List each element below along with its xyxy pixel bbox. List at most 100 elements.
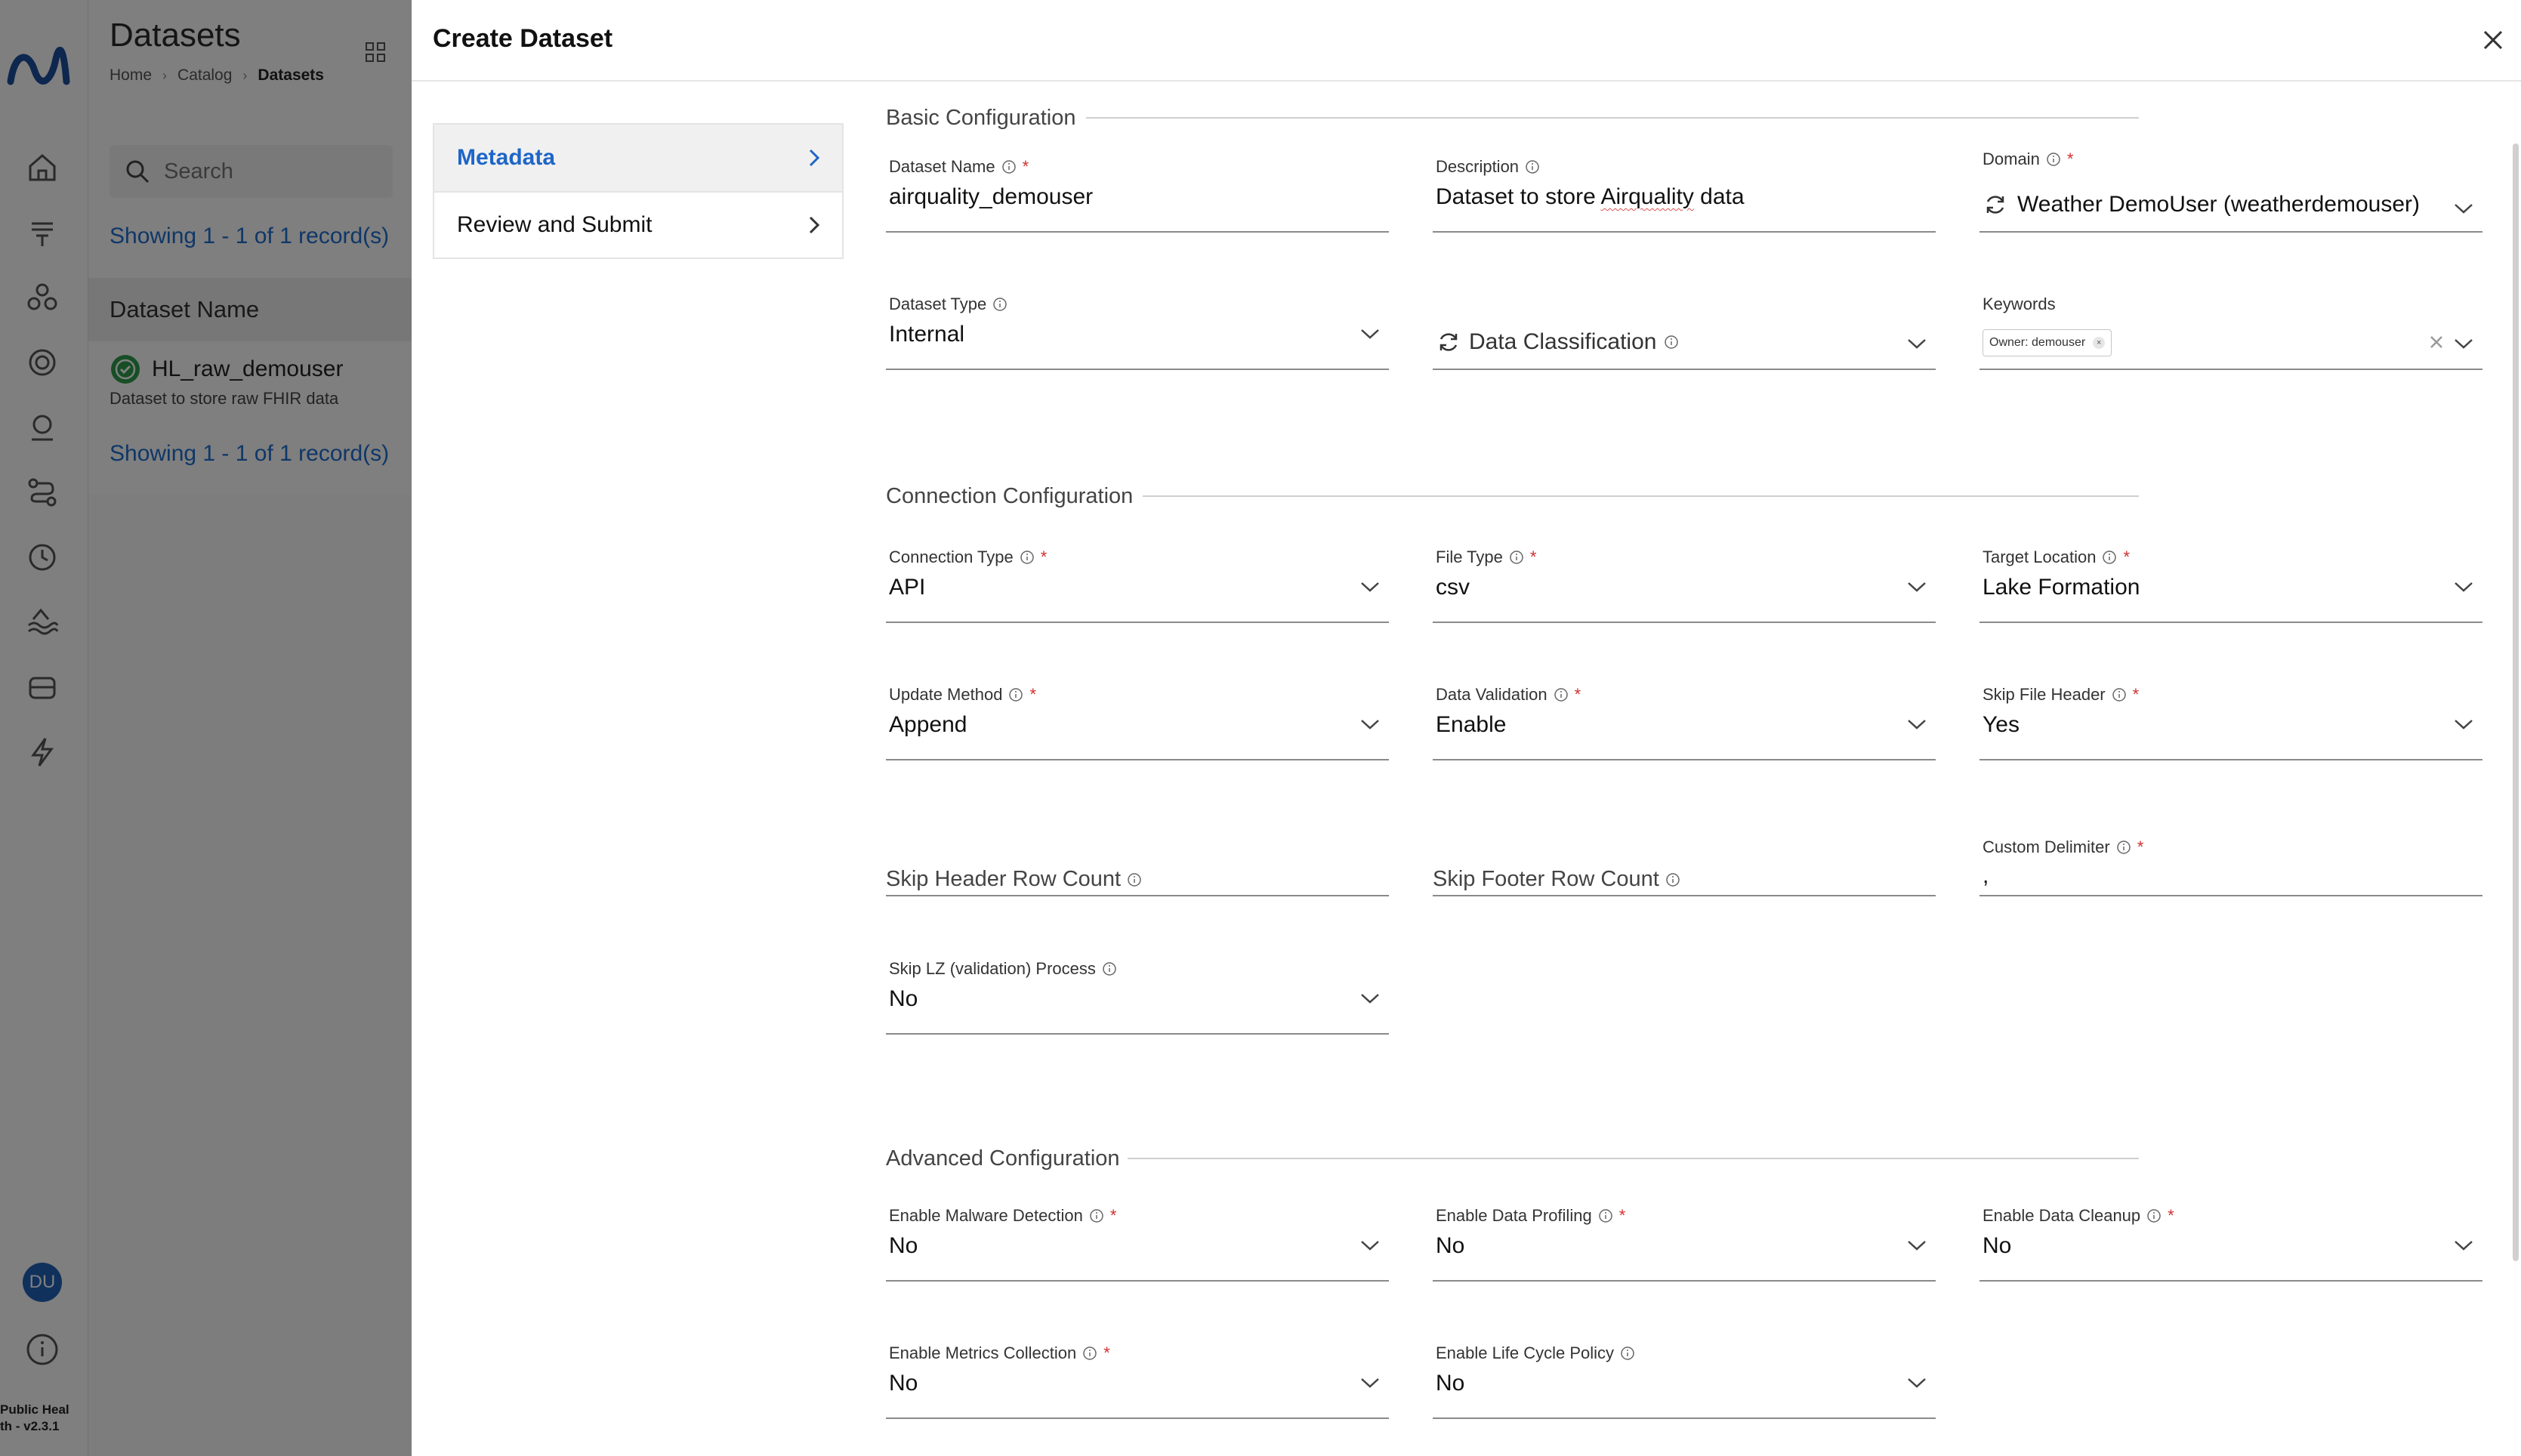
chevron-down-icon[interactable] [1359,717,1381,732]
section-divider [1128,1158,2139,1159]
chevron-down-icon[interactable] [2452,579,2475,594]
chevron-down-icon[interactable] [2452,201,2475,216]
domain-select[interactable]: Domain * Weather DemoUser (weatherdemouse… [1979,150,2482,233]
drawer-header: Create Dataset [412,0,2521,82]
keyword-chip[interactable]: Owner: demouser × [1983,329,2112,356]
dataset-name-field[interactable]: Dataset Name * airquality_demouser [886,157,1389,233]
chevron-down-icon[interactable] [1359,579,1381,594]
skip-file-header-select[interactable]: Skip File Header * Yes [1979,685,2482,760]
step-metadata[interactable]: Metadata [434,125,842,191]
info-icon [2047,153,2060,166]
required-marker: * [1029,685,1036,704]
field-label: Dataset Type [889,295,987,313]
target-location-value: Lake Formation [1983,575,2140,600]
field-label: Description [1436,157,1520,176]
data-validation-select[interactable]: Data Validation * Enable [1433,685,1936,760]
wizard-steps: Metadata Review and Submit [433,123,844,259]
modal-overlay[interactable] [0,0,412,1456]
chevron-down-icon[interactable] [2452,717,2475,732]
step-label: Review and Submit [457,212,653,237]
required-marker: * [1022,157,1029,176]
chevron-down-icon[interactable] [1359,991,1381,1006]
refresh-icon[interactable] [1983,192,2008,217]
chevron-right-icon [809,149,820,167]
clear-icon[interactable] [2428,334,2445,350]
section-title-advanced: Advanced Configuration [886,1146,1120,1171]
drawer-title: Create Dataset [433,24,613,53]
enable-data-profiling-value: No [1436,1233,1465,1258]
update-method-select[interactable]: Update Method * Append [886,685,1389,760]
enable-life-cycle-policy-select[interactable]: Enable Life Cycle Policy No [1433,1343,1936,1419]
info-icon [1090,1209,1103,1223]
info-icon [1665,335,1679,349]
step-review-submit[interactable]: Review and Submit [434,191,842,258]
field-label: Enable Malware Detection [889,1206,1083,1225]
enable-malware-detection-select[interactable]: Enable Malware Detection * No [886,1206,1389,1282]
keywords-select[interactable]: Keywords Owner: demouser × [1979,295,2482,370]
chevron-down-icon[interactable] [1905,1375,1928,1390]
chevron-down-icon[interactable] [1359,326,1381,341]
skip-footer-row-count-field[interactable]: Skip Footer Row Count [1433,821,1936,896]
custom-delimiter-input[interactable]: , [1983,863,1989,889]
field-label: Enable Data Cleanup [1983,1206,2141,1225]
field-label: Update Method [889,685,1003,704]
required-marker: * [1109,1206,1117,1225]
info-icon [2116,841,2131,854]
info-icon [1001,160,1016,174]
info-icon [1526,160,1539,174]
chevron-down-icon[interactable] [2452,336,2475,351]
chevron-down-icon[interactable] [1359,1238,1381,1253]
section-title-connection: Connection Configuration [886,484,1134,508]
info-icon [1510,551,1523,564]
create-dataset-drawer: Create Dataset Metadata Review and Submi… [412,0,2521,1456]
info-icon [1020,551,1034,564]
required-marker: * [1103,1343,1110,1362]
chevron-down-icon[interactable] [1905,579,1928,594]
chevron-down-icon[interactable] [1905,1238,1928,1253]
field-label: Keywords [1983,295,2056,313]
field-label: Enable Data Profiling [1436,1206,1592,1225]
required-marker: * [2123,548,2130,566]
close-icon[interactable] [2479,26,2507,54]
chevron-down-icon[interactable] [1905,336,1928,351]
update-method-value: Append [889,712,967,737]
chip-label: Owner: demouser [1989,336,2086,349]
enable-metrics-collection-select[interactable]: Enable Metrics Collection * No [886,1343,1389,1419]
section-divider [1086,117,2139,119]
dataset-type-select[interactable]: Dataset Type Internal [886,295,1389,370]
enable-malware-detection-value: No [889,1233,918,1258]
data-classification-select[interactable]: Data Classification [1433,295,1936,370]
scrollbar[interactable] [2513,143,2519,1261]
target-location-select[interactable]: Target Location * Lake Formation [1979,548,2482,623]
field-label: Skip LZ (validation) Process [889,959,1096,978]
field-label: Domain [1983,150,2040,168]
dataset-type-value: Internal [889,322,965,347]
enable-data-cleanup-select[interactable]: Enable Data Cleanup * No [1979,1206,2482,1282]
enable-data-profiling-select[interactable]: Enable Data Profiling * No [1433,1206,1936,1282]
field-label: Enable Life Cycle Policy [1436,1343,1615,1362]
section-title-basic: Basic Configuration [886,106,1076,130]
required-marker: * [1040,548,1048,566]
refresh-icon[interactable] [1436,329,1461,355]
chip-remove-icon[interactable]: × [2093,337,2106,349]
connection-type-select[interactable]: Connection Type * API [886,548,1389,623]
chevron-down-icon[interactable] [1359,1375,1381,1390]
custom-delimiter-field[interactable]: Custom Delimiter * , [1979,821,2482,896]
file-type-value: csv [1436,575,1470,600]
required-marker: * [2066,150,2074,168]
info-icon [1103,962,1116,976]
chevron-down-icon[interactable] [1905,717,1928,732]
field-label: Dataset Name [889,157,995,176]
enable-life-cycle-policy-value: No [1436,1371,1465,1396]
chevron-right-icon [809,216,820,234]
required-marker: * [1574,685,1581,704]
file-type-select[interactable]: File Type * csv [1433,548,1936,623]
description-field[interactable]: Description Dataset to store Airquality … [1433,157,1936,233]
chevron-down-icon[interactable] [2452,1238,2475,1253]
description-input[interactable]: Dataset to store Airquality data [1436,184,1745,210]
dataset-name-input[interactable]: airquality_demouser [889,184,1093,210]
skip-lz-process-select[interactable]: Skip LZ (validation) Process No [886,959,1389,1035]
required-marker: * [1618,1206,1626,1225]
skip-header-row-count-field[interactable]: Skip Header Row Count [886,821,1389,896]
field-label: File Type [1436,548,1503,566]
